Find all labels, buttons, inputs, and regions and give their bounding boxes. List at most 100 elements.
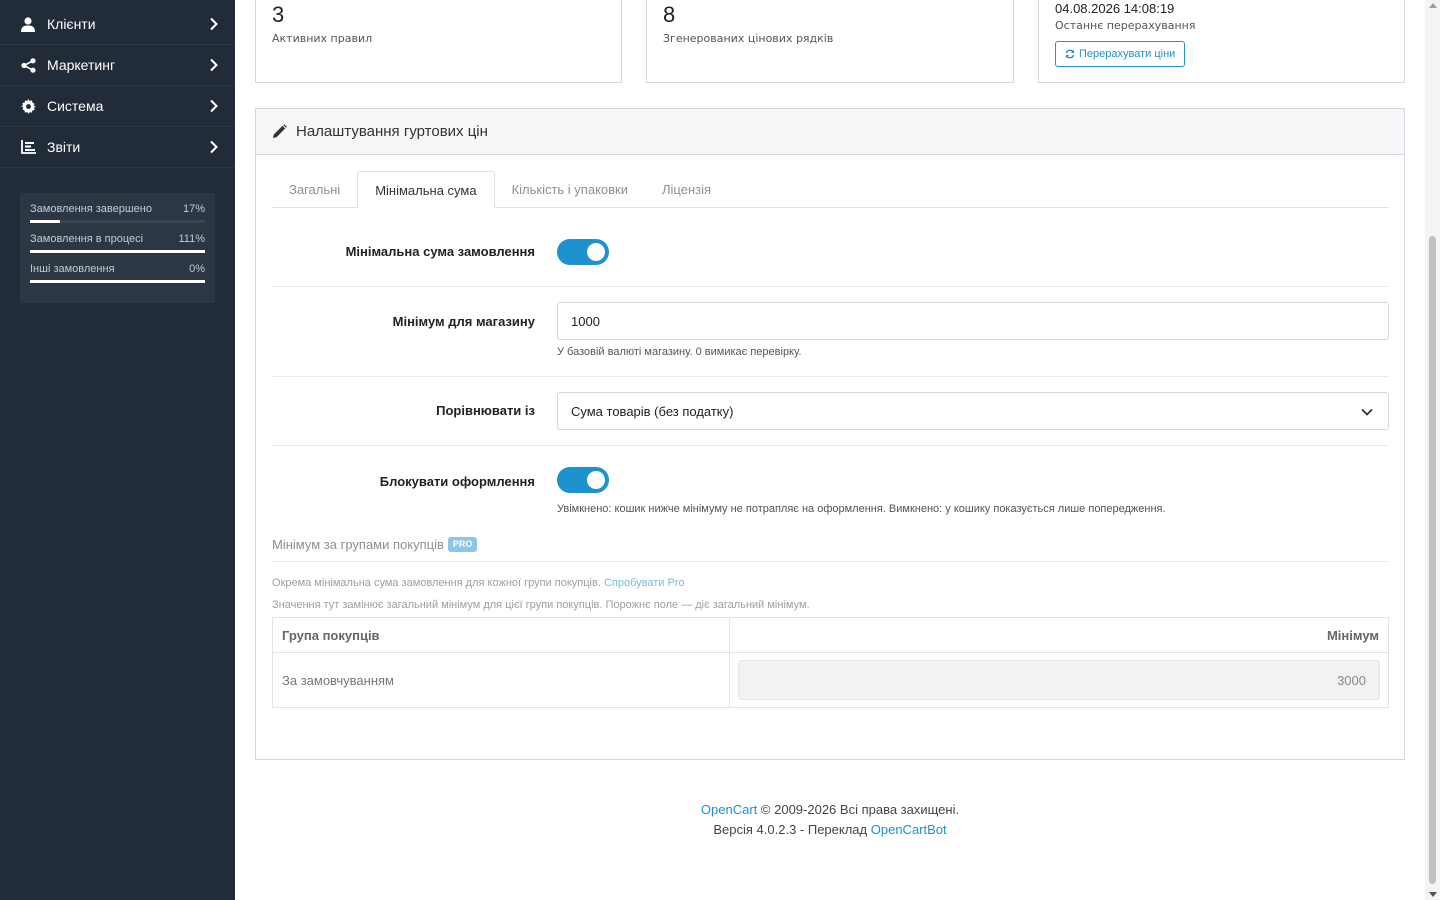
store-min-help: У базовій валюті магазину. 0 вимикає пер… bbox=[557, 346, 802, 358]
wholesale-settings-panel: Налаштування гуртових цін Загальні Мінім… bbox=[255, 108, 1405, 760]
last-recalc-date: 04.08.2026 14:08:19 bbox=[1055, 1, 1175, 16]
compare-select-value: Сума товарів (без податку) bbox=[571, 403, 734, 419]
footer: OpenCart © 2009-2026 Всі права захищені.… bbox=[235, 800, 1425, 840]
generated-rows-caption: Згенерованих цінових рядків bbox=[663, 32, 834, 45]
sidebar-item-reports[interactable]: Звіти bbox=[0, 127, 235, 168]
version-text: Версія 4.0.2.3 - Переклад bbox=[713, 822, 868, 837]
chevron-right-icon bbox=[210, 17, 218, 31]
page-scrollbar[interactable] bbox=[1425, 0, 1440, 900]
block-checkout-toggle[interactable] bbox=[557, 467, 609, 493]
footer-copyright-line: OpenCart © 2009-2026 Всі права захищені. bbox=[235, 800, 1425, 820]
pro-section-title: Мінімум за групами покупців bbox=[272, 536, 444, 552]
column-header-group: Група покупців bbox=[273, 618, 730, 652]
compare-select[interactable]: Сума товарів (без податку) bbox=[557, 392, 1389, 430]
tab-license[interactable]: Ліцензія bbox=[645, 171, 728, 208]
refresh-icon bbox=[1065, 49, 1075, 59]
block-checkout-help: Увімкнено: кошик нижче мінімуму не потра… bbox=[557, 503, 1166, 515]
pro-badge: PRO bbox=[447, 536, 478, 552]
form-row-block-checkout: Блокувати оформлення Увімкнено: кошик ни… bbox=[272, 446, 1389, 526]
tab-quantity-packaging[interactable]: Кількість і упаковки bbox=[495, 171, 645, 208]
stat-label: Замовлення в процесі bbox=[30, 233, 144, 245]
column-header-min: Мінімум bbox=[1326, 627, 1379, 643]
pro-description-text: Окрема мінімальна сума замовлення для ко… bbox=[272, 577, 601, 589]
form-row-store-min: Мінімум для магазину 1000 У базовій валю… bbox=[272, 287, 1389, 377]
active-rules-count: 3 bbox=[272, 2, 285, 27]
table-header: Група покупців Мінімум bbox=[273, 618, 1388, 653]
sidebar-item-marketing[interactable]: Маркетинг bbox=[0, 45, 235, 86]
active-rules-caption: Активних правил bbox=[272, 32, 373, 45]
recalculate-prices-label: Перерахувати ціни bbox=[1079, 48, 1176, 60]
stat-completed: Замовлення завершено 17% bbox=[30, 201, 205, 223]
form-row-compare: Порівнювати із Сума товарів (без податку… bbox=[272, 377, 1389, 446]
generated-rows-count: 8 bbox=[663, 2, 676, 27]
table-row: За замовчуванням 3000 bbox=[273, 653, 1388, 708]
sidebar-item-label: Маркетинг bbox=[47, 57, 116, 73]
sidebar: Клієнти Маркетинг Система Звіти Замовлен… bbox=[0, 0, 235, 900]
stat-progress-bar bbox=[30, 250, 205, 253]
translator-link[interactable]: OpenCartBot bbox=[871, 822, 947, 837]
recalc-card: 04.08.2026 14:08:19 Останнє перерахуванн… bbox=[1038, 0, 1405, 83]
stat-progress-fill bbox=[30, 280, 205, 283]
gear-icon bbox=[20, 98, 36, 114]
pro-note: Значення тут замінює загальний мінімум д… bbox=[272, 599, 810, 611]
panel-title: Налаштування гуртових цін bbox=[296, 123, 488, 140]
pencil-icon bbox=[273, 124, 287, 138]
stat-progress-bar bbox=[30, 280, 205, 283]
stat-label: Замовлення завершено bbox=[30, 203, 152, 215]
chevron-right-icon bbox=[210, 140, 218, 154]
group-name-cell: За замовчуванням bbox=[273, 653, 730, 708]
footer-version-line: Версія 4.0.2.3 - Переклад OpenCartBot bbox=[235, 820, 1425, 840]
group-min-cell: 3000 bbox=[730, 653, 1388, 708]
main-content: 3 Активних правил 8 Згенерованих цінових… bbox=[235, 0, 1425, 900]
stat-progress-bar bbox=[30, 220, 205, 223]
opencart-link[interactable]: OpenCart bbox=[701, 802, 757, 817]
sidebar-item-label: Клієнти bbox=[47, 16, 96, 32]
chevron-down-icon bbox=[1361, 408, 1373, 416]
tab-min-amount[interactable]: Мінімальна сума bbox=[357, 171, 495, 209]
scroll-up-arrow[interactable] bbox=[1429, 3, 1437, 8]
divider bbox=[272, 561, 1389, 562]
recalculate-prices-button[interactable]: Перерахувати ціни bbox=[1055, 41, 1186, 67]
try-pro-link[interactable]: Спробувати Pro bbox=[604, 577, 685, 589]
tab-general[interactable]: Загальні bbox=[272, 171, 357, 208]
chevron-right-icon bbox=[210, 58, 218, 72]
min-order-toggle[interactable] bbox=[557, 239, 609, 265]
share-icon bbox=[20, 57, 36, 73]
toggle-knob bbox=[587, 471, 605, 489]
pro-section-header: Мінімум за групами покупців PRO bbox=[272, 535, 1389, 553]
sidebar-item-label: Звіти bbox=[47, 139, 81, 155]
order-stats-box: Замовлення завершено 17% Замовлення в про… bbox=[20, 193, 215, 303]
generated-rows-card: 8 Згенерованих цінових рядків bbox=[646, 0, 1014, 83]
chevron-right-icon bbox=[210, 99, 218, 113]
user-icon bbox=[20, 16, 36, 32]
stat-progress-fill bbox=[30, 250, 205, 253]
pro-description: Окрема мінімальна сума замовлення для ко… bbox=[272, 577, 1389, 589]
bar-chart-icon bbox=[20, 139, 36, 155]
stat-processing: Замовлення в процесі 111% bbox=[30, 231, 205, 253]
store-min-input[interactable]: 1000 bbox=[557, 302, 1389, 340]
copyright-text: © 2009-2026 Всі права захищені. bbox=[760, 802, 960, 817]
scroll-thumb[interactable] bbox=[1429, 236, 1436, 884]
stat-label: Інші замовлення bbox=[30, 263, 115, 275]
pro-group-min-section: Мінімум за групами покупців PRO Окрема м… bbox=[272, 535, 1389, 611]
form-row-min-order: Мінімальна сума замовлення bbox=[272, 224, 1389, 287]
group-min-input[interactable]: 3000 bbox=[738, 660, 1380, 700]
stat-value: 111% bbox=[178, 233, 205, 245]
store-min-label: Мінімум для магазину bbox=[392, 314, 535, 329]
settings-tabs: Загальні Мінімальна сума Кількість і упа… bbox=[272, 171, 1389, 209]
sidebar-item-label: Система bbox=[47, 98, 104, 114]
min-order-label: Мінімальна сума замовлення bbox=[345, 244, 535, 259]
block-checkout-label: Блокувати оформлення bbox=[379, 474, 535, 489]
scroll-down-arrow[interactable] bbox=[1429, 892, 1437, 897]
stat-value: 0% bbox=[189, 263, 205, 275]
panel-header: Налаштування гуртових цін bbox=[256, 109, 1404, 155]
last-recalc-caption: Останнє перерахування bbox=[1055, 19, 1196, 32]
active-rules-card: 3 Активних правил bbox=[255, 0, 622, 83]
compare-label: Порівнювати із bbox=[436, 403, 535, 418]
sidebar-item-system[interactable]: Система bbox=[0, 86, 235, 127]
stat-value: 17% bbox=[182, 203, 205, 215]
customer-group-table: Група покупців Мінімум За замовчуванням … bbox=[272, 617, 1389, 708]
stat-progress-fill bbox=[30, 220, 60, 223]
sidebar-item-customers[interactable]: Клієнти bbox=[0, 4, 235, 45]
toggle-knob bbox=[587, 243, 605, 261]
